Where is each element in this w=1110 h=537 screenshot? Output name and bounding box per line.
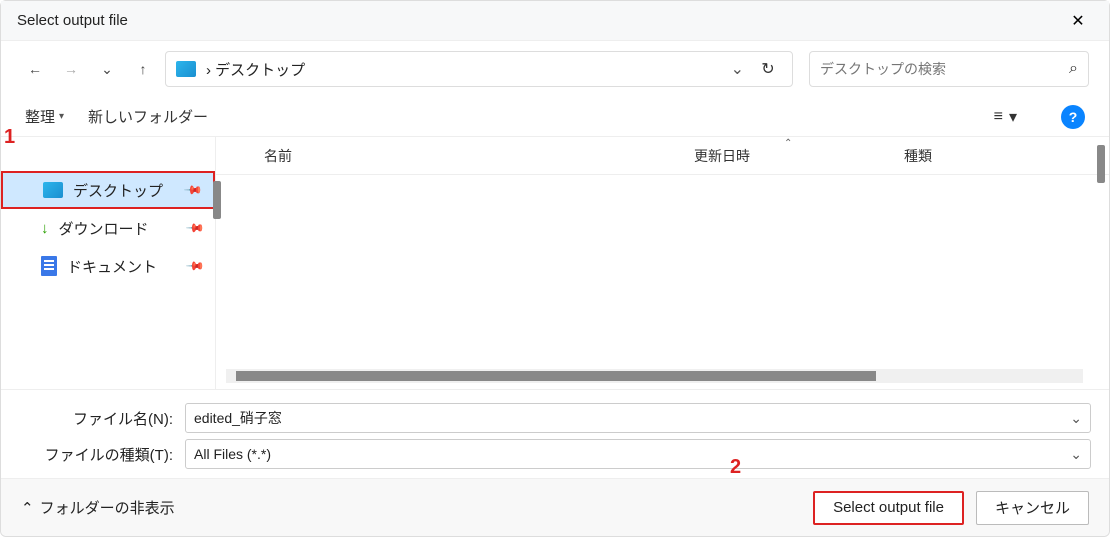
save-dialog: Select output file ✕ ← → ⌄ ↑ › デスクトップ ⌄ … <box>0 0 1110 537</box>
filetype-select[interactable]: All Files (*.*) ⌄ <box>185 439 1091 469</box>
chevron-up-icon: ⌃ <box>21 499 34 517</box>
input-panel: ファイル名(N): edited_硝子窓 ⌄ ファイルの種類(T): All F… <box>1 389 1109 478</box>
sidebar-item-documents[interactable]: ドキュメント 📌 <box>1 247 215 285</box>
column-date[interactable]: 更新日時 ⌃ <box>694 146 904 166</box>
titlebar: Select output file ✕ <box>1 1 1109 41</box>
filename-input[interactable]: edited_硝子窓 ⌄ <box>185 403 1091 433</box>
footer: ⌃ フォルダーの非表示 Select output file キャンセル <box>1 478 1109 536</box>
organize-menu[interactable]: 整理 ▾ <box>25 106 64 127</box>
new-folder-button[interactable]: 新しいフォルダー <box>88 106 208 127</box>
download-icon: ↓ <box>41 220 49 237</box>
breadcrumb: › デスクトップ <box>206 59 721 80</box>
chevron-down-icon[interactable]: ⌄ <box>731 59 744 79</box>
view-menu[interactable]: ≡ ▾ <box>994 107 1017 127</box>
filename-row: ファイル名(N): edited_硝子窓 ⌄ <box>19 400 1091 436</box>
cancel-button[interactable]: キャンセル <box>976 491 1089 525</box>
search-input[interactable] <box>820 61 1069 77</box>
close-icon[interactable]: ✕ <box>1063 11 1093 31</box>
up-icon[interactable]: ↑ <box>129 55 157 83</box>
help-icon[interactable]: ? <box>1061 105 1085 129</box>
sidebar-item-label: ダウンロード <box>59 218 149 239</box>
chevron-down-icon: ▾ <box>59 111 64 122</box>
column-type[interactable]: 種類 <box>904 146 932 166</box>
filetype-value: All Files (*.*) <box>194 446 1070 462</box>
sort-asc-icon: ⌃ <box>784 138 792 149</box>
vertical-scrollbar[interactable] <box>1097 145 1105 183</box>
filetype-row: ファイルの種類(T): All Files (*.*) ⌄ <box>19 436 1091 472</box>
pin-icon: 📌 <box>183 180 203 200</box>
sidebar: デスクトップ 📌 ↓ ダウンロード 📌 ドキュメント 📌 <box>1 137 216 389</box>
pin-icon: 📌 <box>185 256 205 276</box>
sidebar-item-label: ドキュメント <box>67 256 157 277</box>
sidebar-item-downloads[interactable]: ↓ ダウンロード 📌 <box>1 209 215 247</box>
address-bar[interactable]: › デスクトップ ⌄ ↻ <box>165 51 793 87</box>
filename-label: ファイル名(N): <box>19 408 179 429</box>
search-box[interactable]: ⌕ <box>809 51 1089 87</box>
toolbar: 整理 ▾ 新しいフォルダー ≡ ▾ ? <box>1 97 1109 137</box>
window-title: Select output file <box>17 12 1063 29</box>
file-area: 名前 更新日時 ⌃ 種類 <box>216 137 1109 389</box>
sidebar-item-desktop[interactable]: デスクトップ 📌 <box>1 171 215 209</box>
horizontal-scrollbar[interactable] <box>226 369 1083 383</box>
forward-icon[interactable]: → <box>57 55 85 83</box>
filetype-label: ファイルの種類(T): <box>19 444 179 465</box>
back-icon[interactable]: ← <box>21 55 49 83</box>
annotation-2: 2 <box>730 456 741 479</box>
document-icon <box>41 256 57 276</box>
column-headers: 名前 更新日時 ⌃ 種類 <box>216 137 1109 175</box>
organize-label: 整理 <box>25 106 55 127</box>
refresh-icon[interactable]: ↻ <box>754 59 782 79</box>
list-view-icon: ≡ <box>994 108 1003 126</box>
folder-icon <box>43 182 63 198</box>
scrollbar-thumb[interactable] <box>236 371 876 381</box>
file-list[interactable] <box>216 175 1109 369</box>
folder-toggle-label: フォルダーの非表示 <box>40 497 175 518</box>
pin-icon: 📌 <box>185 218 205 238</box>
nav-row: ← → ⌄ ↑ › デスクトップ ⌄ ↻ ⌕ <box>1 41 1109 97</box>
recent-dropdown-icon[interactable]: ⌄ <box>93 55 121 83</box>
search-icon[interactable]: ⌕ <box>1069 60 1078 78</box>
chevron-down-icon[interactable]: ⌄ <box>1070 410 1082 427</box>
column-date-label: 更新日時 <box>694 148 750 164</box>
chevron-down-icon[interactable]: ⌄ <box>1070 446 1082 463</box>
ok-button[interactable]: Select output file <box>813 491 964 525</box>
chevron-down-icon: ▾ <box>1009 107 1017 127</box>
folder-toggle[interactable]: ⌃ フォルダーの非表示 <box>21 497 175 518</box>
body: デスクトップ 📌 ↓ ダウンロード 📌 ドキュメント 📌 名前 更新日時 ⌃ <box>1 137 1109 389</box>
filename-value: edited_硝子窓 <box>194 408 1070 428</box>
column-name[interactable]: 名前 <box>264 146 694 166</box>
folder-icon <box>176 61 196 77</box>
sidebar-item-label: デスクトップ <box>73 180 163 201</box>
annotation-1: 1 <box>4 126 15 149</box>
